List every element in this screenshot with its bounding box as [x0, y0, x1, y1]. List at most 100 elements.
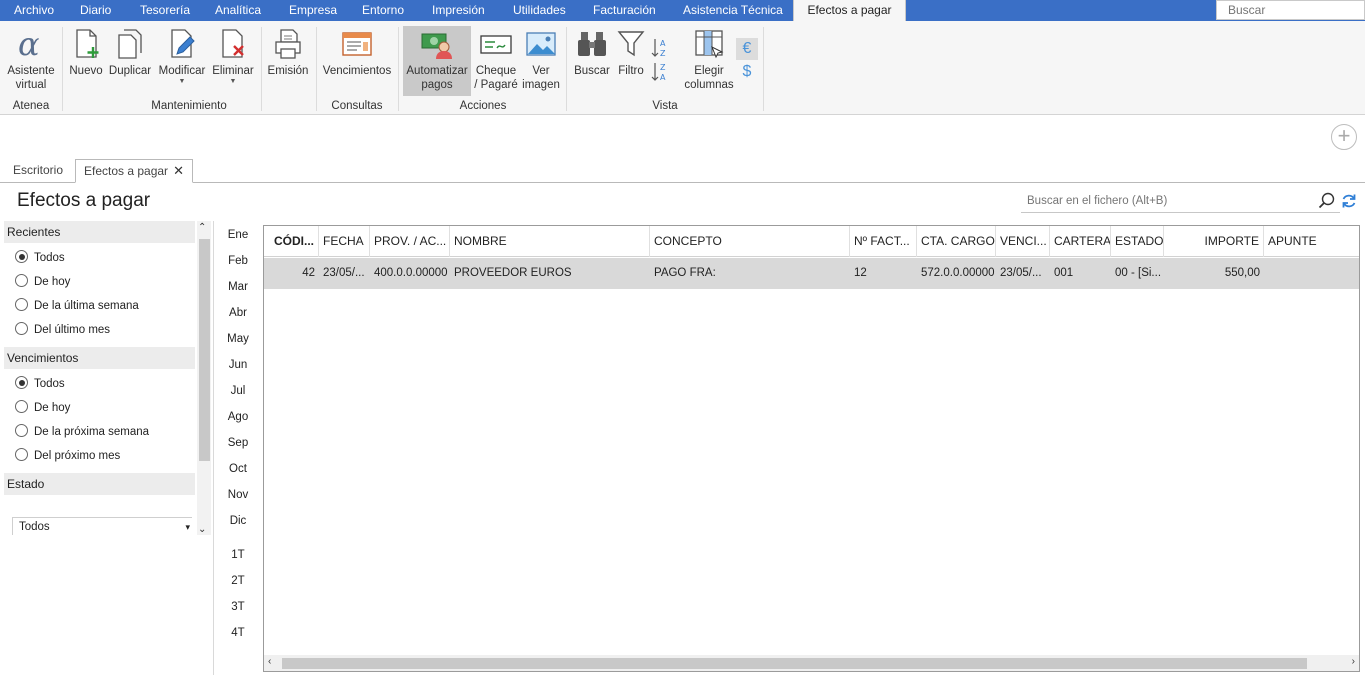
quarter-2t[interactable]: 2T: [224, 575, 252, 587]
close-icon[interactable]: ✕: [173, 163, 184, 178]
column-header-concepto[interactable]: CONCEPTO: [650, 226, 850, 257]
menu-facturacion[interactable]: Facturación: [593, 0, 656, 21]
column-header-fecha[interactable]: FECHA: [319, 226, 370, 257]
scroll-right-icon[interactable]: ›: [1352, 656, 1355, 667]
radio-recientes-todos[interactable]: Todos: [4, 249, 195, 273]
radio-vencimientos-proxima-semana[interactable]: De la próxima semana: [4, 423, 195, 447]
month-jul[interactable]: Jul: [224, 385, 252, 397]
column-header-apunte[interactable]: APUNTE: [1264, 226, 1359, 257]
menu-utilidades[interactable]: Utilidades: [513, 0, 566, 21]
menu-asistencia-tecnica[interactable]: Asistencia Técnica: [683, 0, 783, 21]
menu-entorno[interactable]: Entorno: [362, 0, 404, 21]
search-icon[interactable]: [1318, 192, 1336, 210]
radio-recientes-ultimo-mes[interactable]: Del último mes: [4, 321, 195, 345]
radio-icon[interactable]: [15, 400, 28, 413]
table-row[interactable]: 42 23/05/... 400.0.0.00000 PROVEEDOR EUR…: [264, 258, 1359, 289]
scroll-up-icon[interactable]: ⌃: [198, 222, 206, 233]
scroll-down-icon[interactable]: ⌄: [198, 524, 206, 535]
filter-scrollbar[interactable]: ⌃ ⌄: [197, 221, 211, 535]
radio-recientes-de-hoy[interactable]: De hoy: [4, 273, 195, 297]
modificar-dropdown-icon[interactable]: ▼: [156, 78, 208, 86]
quarter-3t[interactable]: 3T: [224, 601, 252, 613]
quarter-1t[interactable]: 1T: [224, 549, 252, 561]
file-search-input[interactable]: [1021, 189, 1340, 213]
menu-diario[interactable]: Diario: [80, 0, 111, 21]
month-jun[interactable]: Jun: [224, 359, 252, 371]
elegir-columnas-button[interactable]: Elegir columnas: [684, 27, 734, 92]
radio-icon[interactable]: [15, 298, 28, 311]
nuevo-button[interactable]: Nuevo: [67, 27, 105, 78]
add-tab-button[interactable]: +: [1331, 124, 1357, 150]
modificar-button[interactable]: Modificar ▼: [156, 27, 208, 86]
eliminar-button[interactable]: Eliminar ▼: [210, 27, 256, 86]
radio-vencimientos-de-hoy[interactable]: De hoy: [4, 399, 195, 423]
tab-label: Efectos a pagar: [84, 164, 169, 178]
duplicar-button[interactable]: Duplicar: [107, 27, 153, 78]
column-header-cta-cargo[interactable]: CTA. CARGO: [917, 226, 996, 257]
sort-descending-button[interactable]: Z A: [651, 61, 671, 86]
radio-recientes-ultima-semana[interactable]: De la última semana: [4, 297, 195, 321]
column-header-cartera[interactable]: CARTERA: [1050, 226, 1111, 257]
month-nov[interactable]: Nov: [224, 489, 252, 501]
group-acciones: Acciones: [459, 100, 507, 112]
estado-select[interactable]: Todos ▾: [12, 517, 192, 535]
month-feb[interactable]: Feb: [224, 255, 252, 267]
cell-vencimiento: 23/05/...: [1000, 267, 1042, 279]
dollar-currency-icon[interactable]: $: [736, 61, 758, 83]
emision-button[interactable]: Emisión: [265, 27, 311, 78]
radio-selected-icon[interactable]: [15, 250, 28, 263]
menu-analitica[interactable]: Analítica: [215, 0, 261, 21]
month-ene[interactable]: Ene: [224, 229, 252, 241]
top-search-input[interactable]: [1216, 0, 1365, 20]
radio-icon[interactable]: [15, 424, 28, 437]
menu-efectos-a-pagar[interactable]: Efectos a pagar: [793, 0, 906, 22]
menu-impresion[interactable]: Impresión: [432, 0, 485, 21]
buscar-button[interactable]: Buscar: [572, 27, 612, 78]
euro-currency-icon[interactable]: €: [736, 38, 758, 60]
tab-efectos-a-pagar[interactable]: Efectos a pagar ✕: [75, 159, 193, 183]
vencimientos-button[interactable]: Vencimientos: [321, 27, 393, 78]
menu-archivo[interactable]: Archivo: [14, 0, 54, 21]
radio-selected-icon[interactable]: [15, 376, 28, 389]
column-header-importe[interactable]: IMPORTE: [1164, 226, 1264, 257]
eliminar-dropdown-icon[interactable]: ▼: [210, 78, 256, 86]
column-header-estado[interactable]: ESTADO: [1111, 226, 1164, 257]
month-dic[interactable]: Dic: [224, 515, 252, 527]
sort-ascending-button[interactable]: A Z: [651, 37, 671, 62]
section-recientes: Recientes: [4, 221, 195, 243]
filtro-button[interactable]: Filtro: [614, 27, 648, 78]
column-header-nombre[interactable]: NOMBRE: [450, 226, 650, 257]
month-mar[interactable]: Mar: [224, 281, 252, 293]
column-header-num-factura[interactable]: Nº FACT...: [850, 226, 917, 257]
column-header-proveedor[interactable]: PROV. / AC...: [370, 226, 450, 257]
cell-num-factura: 12: [854, 267, 867, 279]
new-document-icon: [76, 29, 99, 58]
tab-escritorio[interactable]: Escritorio: [5, 159, 71, 183]
scroll-left-icon[interactable]: ‹: [268, 656, 271, 667]
month-may[interactable]: May: [224, 333, 252, 345]
refresh-icon[interactable]: [1340, 192, 1358, 210]
menu-empresa[interactable]: Empresa: [289, 0, 337, 21]
ver-imagen-button[interactable]: Ver imagen: [521, 27, 561, 92]
column-header-vencimiento[interactable]: VENCI...: [996, 226, 1050, 257]
radio-icon[interactable]: [15, 448, 28, 461]
month-oct[interactable]: Oct: [224, 463, 252, 475]
quarter-4t[interactable]: 4T: [224, 627, 252, 639]
radio-icon[interactable]: [15, 322, 28, 335]
automatizar-pagos-button[interactable]: Automatizar pagos: [403, 26, 471, 96]
radio-icon[interactable]: [15, 274, 28, 287]
panel-divider: [213, 221, 214, 675]
month-abr[interactable]: Abr: [224, 307, 252, 319]
grid-horizontal-scrollbar[interactable]: ‹ ›: [264, 655, 1359, 671]
column-header-codigo[interactable]: CÓDI...: [264, 226, 319, 257]
radio-vencimientos-todos[interactable]: Todos: [4, 375, 195, 399]
month-sep[interactable]: Sep: [224, 437, 252, 449]
month-ago[interactable]: Ago: [224, 411, 252, 423]
radio-vencimientos-proximo-mes[interactable]: Del próximo mes: [4, 447, 195, 471]
asistente-virtual-button[interactable]: α Asistente virtual: [5, 27, 57, 92]
scrollbar-thumb[interactable]: [282, 658, 1307, 669]
cheque-pagare-button[interactable]: Cheque / Pagaré: [473, 27, 519, 92]
cell-nombre: PROVEEDOR EUROS: [454, 267, 572, 279]
menu-tesoreria[interactable]: Tesorería: [140, 0, 190, 21]
scrollbar-thumb[interactable]: [199, 239, 210, 461]
